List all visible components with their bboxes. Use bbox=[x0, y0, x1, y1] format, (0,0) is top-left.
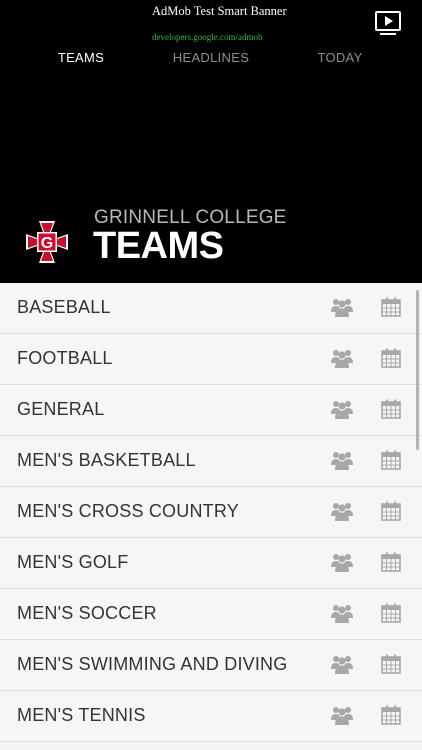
roster-people-icon[interactable] bbox=[331, 399, 353, 419]
calendar-icon[interactable] bbox=[381, 297, 401, 317]
tab-today[interactable]: TODAY bbox=[270, 48, 410, 68]
grinnell-logo-icon: G bbox=[26, 221, 68, 263]
list-item[interactable]: MEN'S TENNIS bbox=[0, 691, 422, 742]
list-item[interactable]: FOOTBALL bbox=[0, 334, 422, 385]
list-item[interactable]: MEN'S CROSS COUNTRY bbox=[0, 487, 422, 538]
team-name: MEN'S SOCCER bbox=[17, 603, 157, 623]
team-name: MEN'S BASKETBALL bbox=[17, 450, 196, 470]
list-item[interactable]: GENERAL bbox=[0, 385, 422, 436]
team-name: MEN'S CROSS COUNTRY bbox=[17, 501, 239, 521]
tab-headlines[interactable]: HEADLINES bbox=[141, 48, 281, 68]
team-name: MEN'S GOLF bbox=[17, 552, 129, 572]
list-item[interactable]: MEN'S GOLF bbox=[0, 538, 422, 589]
teams-list[interactable]: BASEBALL FOOTBALL GENERAL MEN'S BASKETBA… bbox=[0, 283, 422, 750]
list-item[interactable]: BASEBALL bbox=[0, 283, 422, 334]
svg-text:G: G bbox=[41, 235, 53, 252]
roster-people-icon[interactable] bbox=[331, 297, 353, 317]
scrollbar[interactable] bbox=[416, 290, 419, 450]
roster-people-icon[interactable] bbox=[331, 348, 353, 368]
team-name: BASEBALL bbox=[17, 297, 111, 317]
team-name: MEN'S SWIMMING AND DIVING bbox=[17, 654, 288, 674]
team-name: MEN'S TENNIS bbox=[17, 705, 146, 725]
page-title: TEAMS bbox=[93, 225, 224, 267]
team-name: GENERAL bbox=[17, 399, 105, 419]
calendar-icon[interactable] bbox=[381, 348, 401, 368]
ad-banner[interactable]: AdMob Test Smart Banner developers.googl… bbox=[0, 0, 422, 44]
calendar-icon[interactable] bbox=[381, 399, 401, 419]
roster-people-icon[interactable] bbox=[331, 450, 353, 470]
page-header: G GRINNELL COLLEGE TEAMS bbox=[0, 195, 422, 283]
ad-title: AdMob Test Smart Banner bbox=[152, 4, 287, 18]
roster-people-icon[interactable] bbox=[331, 705, 353, 725]
calendar-icon[interactable] bbox=[381, 552, 401, 572]
calendar-icon[interactable] bbox=[381, 603, 401, 623]
roster-people-icon[interactable] bbox=[331, 552, 353, 572]
play-video-icon[interactable] bbox=[375, 11, 401, 35]
list-item[interactable]: MEN'S SWIMMING AND DIVING bbox=[0, 640, 422, 691]
roster-people-icon[interactable] bbox=[331, 603, 353, 623]
list-item[interactable]: MEN'S SOCCER bbox=[0, 589, 422, 640]
calendar-icon[interactable] bbox=[381, 705, 401, 725]
ad-url: developers.google.com/admob bbox=[152, 32, 263, 42]
top-tab-bar: TEAMS HEADLINES TODAY bbox=[0, 48, 422, 70]
calendar-icon[interactable] bbox=[381, 654, 401, 674]
tab-teams[interactable]: TEAMS bbox=[11, 48, 151, 68]
roster-people-icon[interactable] bbox=[331, 654, 353, 674]
calendar-icon[interactable] bbox=[381, 501, 401, 521]
roster-people-icon[interactable] bbox=[331, 501, 353, 521]
calendar-icon[interactable] bbox=[381, 450, 401, 470]
team-name: FOOTBALL bbox=[17, 348, 113, 368]
list-item[interactable]: MEN'S BASKETBALL bbox=[0, 436, 422, 487]
